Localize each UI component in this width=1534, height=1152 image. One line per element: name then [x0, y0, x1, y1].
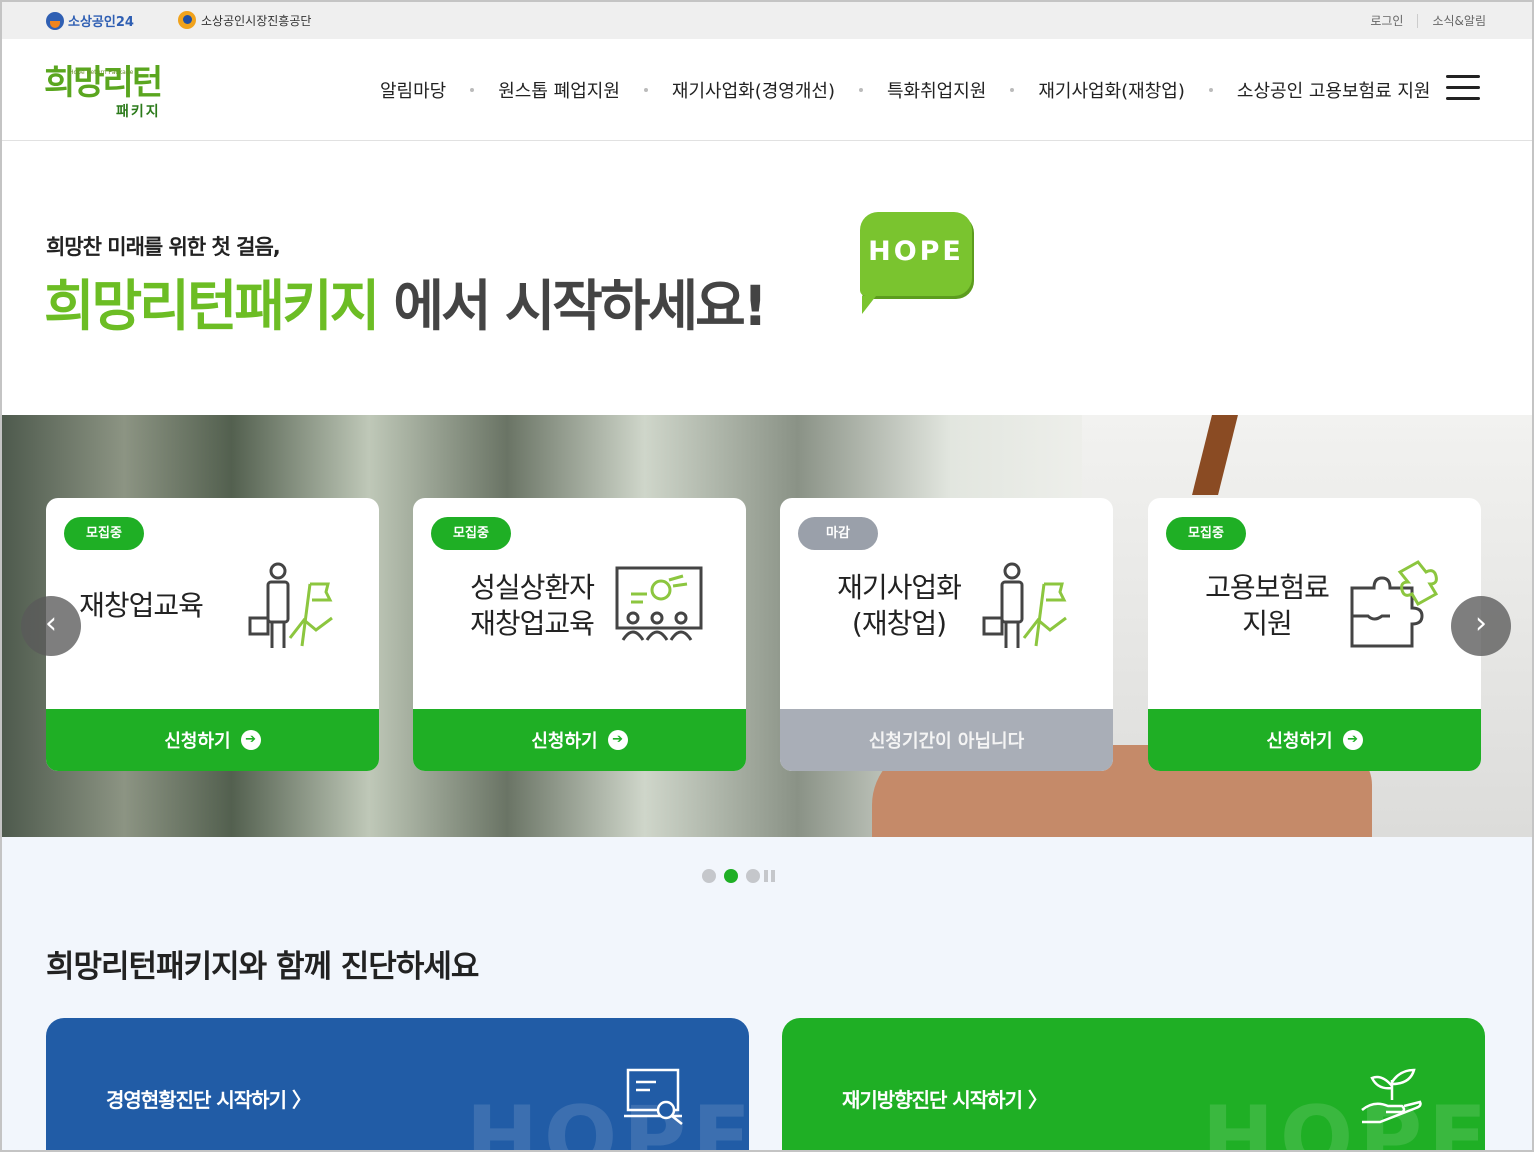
arrow-right-circle-icon: ➔: [240, 730, 261, 750]
sosang24-logo-icon: [46, 11, 64, 30]
chevron-right-icon: ›: [1475, 606, 1487, 641]
nav-item-business-improvement[interactable]: 재기사업화(경영개선): [672, 77, 835, 103]
nav-item-insurance-support[interactable]: 소상공인 고용보험료 지원: [1237, 77, 1431, 103]
presentation-icon: [615, 566, 703, 641]
menu-hamburger-icon[interactable]: [1446, 75, 1480, 101]
card-title-line1: 고용보험료: [1205, 571, 1330, 604]
nav-separator: [859, 88, 863, 92]
program-card-restart-education[interactable]: 모집중 재창업교육 신청하기 ➔: [46, 498, 379, 771]
card-title-line2: (재창업): [851, 607, 947, 640]
utility-bar: 소상공인24 소상공인시장진흥공단 로그인 소식&알림: [2, 2, 1532, 39]
business-status-diagnosis-button[interactable]: 경영현황진단 시작하기 〉 HOPE: [46, 1018, 749, 1152]
status-badge: 모집중: [431, 517, 511, 550]
sosang24-label: 소상공인24: [68, 15, 134, 30]
news-link[interactable]: 소식&알림: [1432, 12, 1486, 29]
card-title-line2: 지원: [1242, 607, 1293, 640]
main-nav: 알림마당 원스톱 폐업지원 재기사업화(경영개선) 특화취업지원 재기사업화(재…: [380, 77, 1431, 103]
hero-subtitle: 희망찬 미래를 위한 첫 걸음,: [46, 235, 281, 259]
program-slider: 모집중 재창업교육 신청하기 ➔ 모집중 성실상환자 재창업교육 신청하기 ➔ …: [2, 415, 1532, 837]
slider-dot[interactable]: [702, 869, 716, 883]
slider-dot-active[interactable]: [724, 869, 738, 883]
card-title-line1: 성실상환자: [470, 571, 595, 604]
hope-watermark: HOPE: [1202, 1088, 1485, 1152]
apply-button-disabled: 신청기간이 아닙니다: [780, 709, 1113, 771]
businessman-flag-icon: [248, 562, 333, 648]
arrow-right-circle-icon: ➔: [607, 730, 628, 750]
hope-speech-bubble-icon: HOPE: [860, 212, 972, 314]
semas-logo-icon: [178, 11, 196, 29]
plant-hand-icon: [1361, 1068, 1422, 1124]
hero-title-dark: 에서 시작하세요!: [377, 274, 767, 338]
site-header: 희망리턴 Hope Return Package 패키지 알림마당 원스톱 폐업…: [2, 39, 1532, 141]
restart-direction-diagnosis-button[interactable]: 재기방향진단 시작하기 〉 HOPE: [782, 1018, 1485, 1152]
login-link[interactable]: 로그인: [1370, 12, 1403, 29]
apply-label: 신청하기: [1266, 731, 1333, 752]
site-logo[interactable]: 희망리턴 Hope Return Package 패키지: [44, 63, 204, 123]
nav-item-notice[interactable]: 알림마당: [380, 77, 446, 103]
program-card-insurance-support[interactable]: 모집중 고용보험료 지원 신청하기 ➔: [1148, 498, 1481, 771]
document-search-icon: [624, 1068, 683, 1125]
diagnosis-label: 재기방향진단 시작하기 〉: [842, 1088, 1048, 1112]
semas-label: 소상공인시장진흥공단: [201, 13, 312, 28]
card-title: 재기사업화 (재창업): [794, 570, 1004, 642]
logo-package-text: 패키지: [116, 104, 161, 120]
utility-links: 로그인 소식&알림: [1370, 12, 1486, 29]
nav-separator: [643, 88, 648, 92]
apply-button[interactable]: 신청하기 ➔: [413, 709, 746, 771]
utility-divider: [1417, 13, 1419, 28]
apply-label: 신청하기: [164, 731, 231, 752]
apply-label: 신청기간이 아닙니다: [868, 731, 1025, 752]
status-badge: 모집중: [1166, 517, 1246, 550]
apply-button[interactable]: 신청하기 ➔: [46, 709, 379, 771]
hero-section: 희망찬 미래를 위한 첫 걸음, 희망리턴패키지 에서 시작하세요! HOPE: [2, 141, 1532, 415]
hope-bubble-text: HOPE: [868, 236, 964, 267]
nav-separator: [470, 88, 475, 92]
logo-sub-text: Hope Return Package: [69, 69, 134, 76]
puzzle-icon: [1350, 560, 1439, 648]
apply-label: 신청하기: [531, 731, 598, 752]
diagnosis-section: 희망리턴패키지와 함께 진단하세요 경영현황진단 시작하기 〉 HOPE 재기방…: [2, 837, 1532, 1150]
nav-item-closure-support[interactable]: 원스톱 폐업지원: [498, 77, 620, 103]
hero-title: 희망리턴패키지 에서 시작하세요!: [44, 271, 768, 341]
nav-separator: [1010, 88, 1015, 92]
status-badge: 마감: [798, 517, 878, 550]
slider-dot[interactable]: [746, 869, 760, 883]
nav-item-restart-business[interactable]: 재기사업화(재창업): [1038, 77, 1185, 103]
status-badge: 모집중: [64, 517, 144, 550]
slider-prev-button[interactable]: ‹: [21, 596, 81, 656]
card-title-line2: 재창업교육: [470, 607, 595, 640]
nav-item-employment[interactable]: 특화취업지원: [887, 77, 986, 103]
chevron-left-icon: ‹: [45, 606, 57, 641]
arrow-right-circle-icon: ➔: [1342, 730, 1363, 750]
semas-link[interactable]: 소상공인시장진흥공단: [178, 11, 311, 29]
hope-watermark: HOPE: [466, 1088, 749, 1152]
program-card-restart-business[interactable]: 마감 재기사업화 (재창업) 신청기간이 아닙니다: [780, 498, 1113, 771]
diagnosis-label: 경영현황진단 시작하기 〉: [106, 1088, 312, 1112]
section-title: 희망리턴패키지와 함께 진단하세요: [46, 949, 479, 985]
program-card-faithful-repayer-education[interactable]: 모집중 성실상환자 재창업교육 신청하기 ➔: [413, 498, 746, 771]
card-title-line1: 재기사업화: [837, 571, 962, 604]
pause-icon[interactable]: [764, 870, 775, 882]
card-title: 고용보험료 지원: [1162, 570, 1372, 642]
businessman-flag-icon: [982, 562, 1067, 648]
apply-button[interactable]: 신청하기 ➔: [1148, 709, 1481, 771]
card-title: 성실상환자 재창업교육: [427, 570, 637, 642]
hero-title-green: 희망리턴패키지: [44, 274, 380, 338]
sosang24-link[interactable]: 소상공인24: [46, 11, 134, 30]
slider-next-button[interactable]: ›: [1451, 596, 1511, 656]
page-frame: 소상공인24 소상공인시장진흥공단 로그인 소식&알림 희망리턴 Hope Re…: [0, 0, 1534, 1152]
slider-pagination: [702, 869, 775, 883]
nav-separator: [1208, 88, 1213, 92]
